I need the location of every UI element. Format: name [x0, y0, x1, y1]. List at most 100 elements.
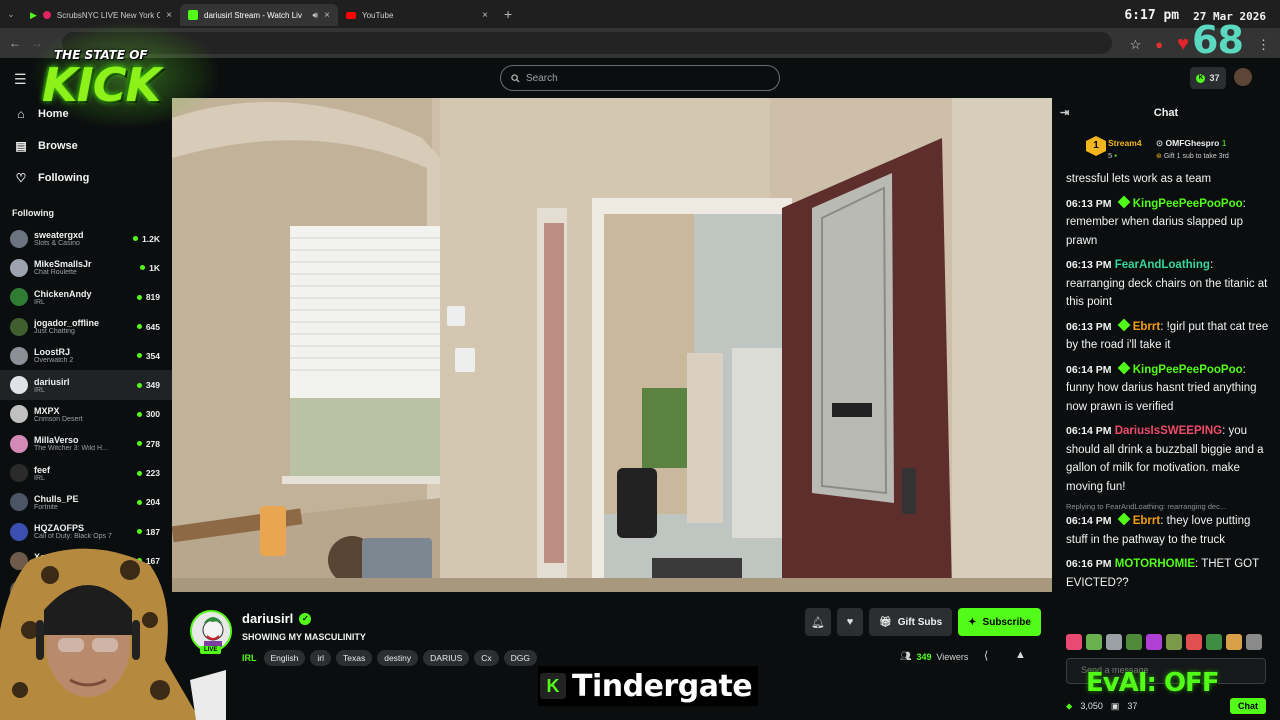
chat-message: 06:16 PM MOTORHOMIE: THET GOT EVICTED?? [1066, 558, 1259, 589]
message-user[interactable]: DariusIsSWEEPING [1115, 425, 1222, 437]
message-user[interactable]: KingPeePeePooPoo [1133, 198, 1243, 210]
message-user[interactable]: KingPeePeePooPoo [1133, 364, 1243, 376]
emote-icon[interactable] [1126, 634, 1142, 650]
viewer-count: 819 [145, 292, 160, 303]
message-user[interactable]: MOTORHOMIE [1115, 558, 1195, 570]
viewer-number: 349 [916, 651, 932, 662]
chat-panel: ⇥ Chat 1 Stream4 5 ▪ ⊙ OMFGhespro 1 ⊛ Gi… [1052, 98, 1280, 720]
emote-icon[interactable] [1246, 634, 1262, 650]
heart-extension-icon[interactable]: ♥ [1177, 33, 1189, 56]
stream-category[interactable]: IRL [242, 653, 257, 663]
overlay-counter: 68 [1192, 18, 1244, 62]
menu-kebab-icon[interactable]: ⋮ [1257, 37, 1270, 53]
channel-name: jogador_offline [34, 318, 99, 329]
webcam-overlay [0, 540, 226, 720]
back-icon[interactable]: ← [4, 36, 26, 50]
following-item[interactable]: ChickenAndy IRL 819 [0, 283, 172, 312]
tindergate-overlay: K Tindergate [538, 666, 759, 706]
live-dot-icon [136, 470, 142, 476]
channel-meta: LoostRJ Overwatch 2 [34, 347, 131, 364]
evai-overlay: EvAI: OFF [1086, 668, 1220, 698]
message-user[interactable]: FearAndLoathing [1115, 259, 1210, 271]
following-item[interactable]: feef IRL 223 [0, 458, 172, 487]
emote-bar [1066, 634, 1262, 650]
message-time: 06:14 PM [1066, 425, 1112, 437]
stream-tag[interactable]: English [263, 650, 306, 666]
channel-viewers: 300 [136, 409, 160, 419]
emote-icon[interactable] [1226, 634, 1242, 650]
nav-browse[interactable]: ▤ Browse [0, 130, 172, 162]
tab-title: YouTube [362, 10, 394, 20]
leader-name[interactable]: Stream4 [1108, 138, 1142, 148]
streamer-name[interactable]: dariusirl [242, 611, 293, 626]
following-item[interactable]: sweatergxd Slots & Casino 1.2K [0, 224, 172, 253]
emote-icon[interactable] [1106, 634, 1122, 650]
tab-youtube[interactable]: YouTube × [338, 4, 496, 26]
close-tab-icon[interactable]: × [482, 10, 488, 21]
bookmark-star-icon[interactable]: ☆ [1130, 37, 1142, 53]
gift-cta[interactable]: ⊛ Gift 1 sub to take 3rd [1156, 152, 1229, 160]
search-input[interactable]: Search [500, 65, 780, 91]
emote-icon[interactable] [1206, 634, 1222, 650]
stream-tag[interactable]: Texas [336, 650, 373, 666]
screen: ⌄ ▶ ScrubsNYC LIVE New York C × dariusir… [0, 0, 1280, 720]
message-user[interactable]: Ebrrt [1133, 321, 1160, 333]
overlay-text: Tindergate [572, 668, 753, 704]
message-user[interactable]: Ebrrt [1133, 515, 1160, 527]
chat-messages: stressful lets work as a team 06:13 PM K… [1066, 173, 1272, 598]
stream-tag[interactable]: Cx [474, 650, 499, 666]
chat-send-button[interactable]: Chat [1230, 698, 1266, 714]
points-button[interactable]: K 37 [1190, 67, 1226, 89]
home-icon: ⌂ [17, 107, 25, 121]
new-tab-button[interactable]: + [504, 6, 512, 22]
leader-count-value: 5 [1108, 151, 1113, 160]
following-item[interactable]: jogador_offline Just Chatting 645 [0, 312, 172, 341]
emote-icon[interactable] [1166, 634, 1182, 650]
subscribe-button[interactable]: ✦ Subscribe [958, 608, 1041, 636]
gift-subs-button[interactable]: 🎁︎ Gift Subs [869, 608, 953, 636]
follow-heart-button[interactable]: ♥ [837, 608, 863, 636]
sub-badge-icon [1117, 318, 1131, 331]
stream-tag[interactable]: DARIUS [423, 650, 470, 666]
user-avatar[interactable] [1234, 68, 1252, 86]
emote-icon[interactable] [1146, 634, 1162, 650]
live-dot-icon [140, 265, 146, 271]
channel-avatar [10, 317, 28, 336]
second-count: 1 [1221, 138, 1227, 148]
channel-category: Just Chatting [34, 328, 75, 336]
following-item[interactable]: MikeSmallsJr Chat Roulette 1K [0, 253, 172, 282]
video-player[interactable] [172, 98, 1052, 592]
viewer-count: 👥︎ 349 Viewers [900, 651, 968, 662]
viewer-count: 349 [145, 380, 160, 391]
following-item[interactable]: MXPX Crimson Desert 300 [0, 400, 172, 429]
nav-following[interactable]: ♡ Following [0, 162, 172, 194]
viewer-count: 223 [145, 468, 160, 479]
stream-tag[interactable]: destiny [377, 650, 419, 666]
hamburger-menu-icon[interactable]: ☰ [14, 71, 27, 88]
channel-meta: jogador_offline Just Chatting [34, 318, 131, 335]
close-tab-icon[interactable]: × [166, 10, 172, 21]
emote-icon[interactable] [1066, 634, 1082, 650]
emote-icon[interactable] [1186, 634, 1202, 650]
following-item[interactable]: MillaVerso The Witcher 3: Wild H... 278 [0, 429, 172, 458]
points-count: 37 [1209, 73, 1220, 83]
emote-icon[interactable] [1086, 634, 1102, 650]
close-tab-icon[interactable]: × [324, 10, 330, 21]
following-item[interactable]: LoostRJ Overwatch 2 354 [0, 341, 172, 370]
tab-search-icon[interactable]: ⌄ [0, 9, 22, 20]
share-icon[interactable]: ⟨ [984, 649, 988, 662]
tab-title: dariusirl Stream - Watch Liv [204, 10, 302, 20]
partial-text: stressful lets work as a team [1066, 173, 1212, 185]
following-item[interactable]: Chulls_PE Fortnite 204 [0, 488, 172, 517]
notify-bell-button[interactable]: 🔔︎ [805, 608, 831, 636]
following-item[interactable]: dariusirl IRL 349 [0, 370, 172, 400]
second-name[interactable]: OMFGhespro [1166, 138, 1220, 148]
channel-avatar [10, 229, 28, 248]
viewer-count: 1K [149, 262, 160, 273]
stream-tag[interactable]: DGG [503, 650, 538, 666]
stream-tag[interactable]: irl [310, 650, 331, 666]
report-icon[interactable]: ▲ [1015, 649, 1026, 661]
speaker-icon[interactable]: 🔊︎ [312, 10, 318, 21]
collapse-chat-icon[interactable]: ⇥ [1060, 106, 1069, 119]
extension-icon[interactable]: ● [1155, 37, 1163, 52]
